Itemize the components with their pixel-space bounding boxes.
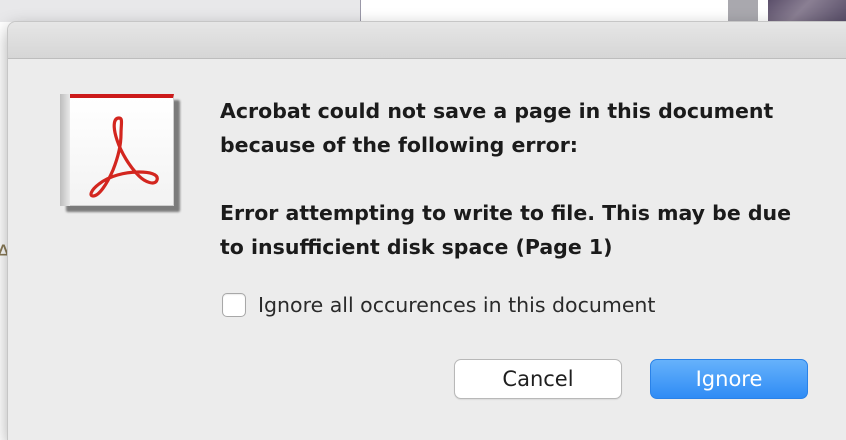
ignore-all-label[interactable]: Ignore all occurences in this document [258, 293, 655, 317]
alert-dialog: Acrobat could not save a page in this do… [8, 22, 846, 440]
icon-fold [60, 94, 70, 206]
alert-error-detail: Error attempting to write to file. This … [220, 201, 792, 259]
dialog-titlebar[interactable] [8, 22, 846, 59]
acrobat-logo-icon [89, 116, 159, 198]
icon-document [60, 94, 174, 206]
ignore-all-option[interactable]: Ignore all occurences in this document [222, 290, 655, 320]
background-window-right [360, 0, 741, 22]
ignore-all-checkbox[interactable] [222, 293, 246, 317]
cancel-button[interactable]: Cancel [454, 359, 622, 399]
alert-message: Acrobat could not save a page in this do… [220, 99, 774, 157]
background-window-left [0, 0, 362, 22]
background-scrollbar [728, 0, 758, 22]
ignore-button[interactable]: Ignore [650, 359, 808, 399]
acrobat-icon [58, 94, 182, 212]
